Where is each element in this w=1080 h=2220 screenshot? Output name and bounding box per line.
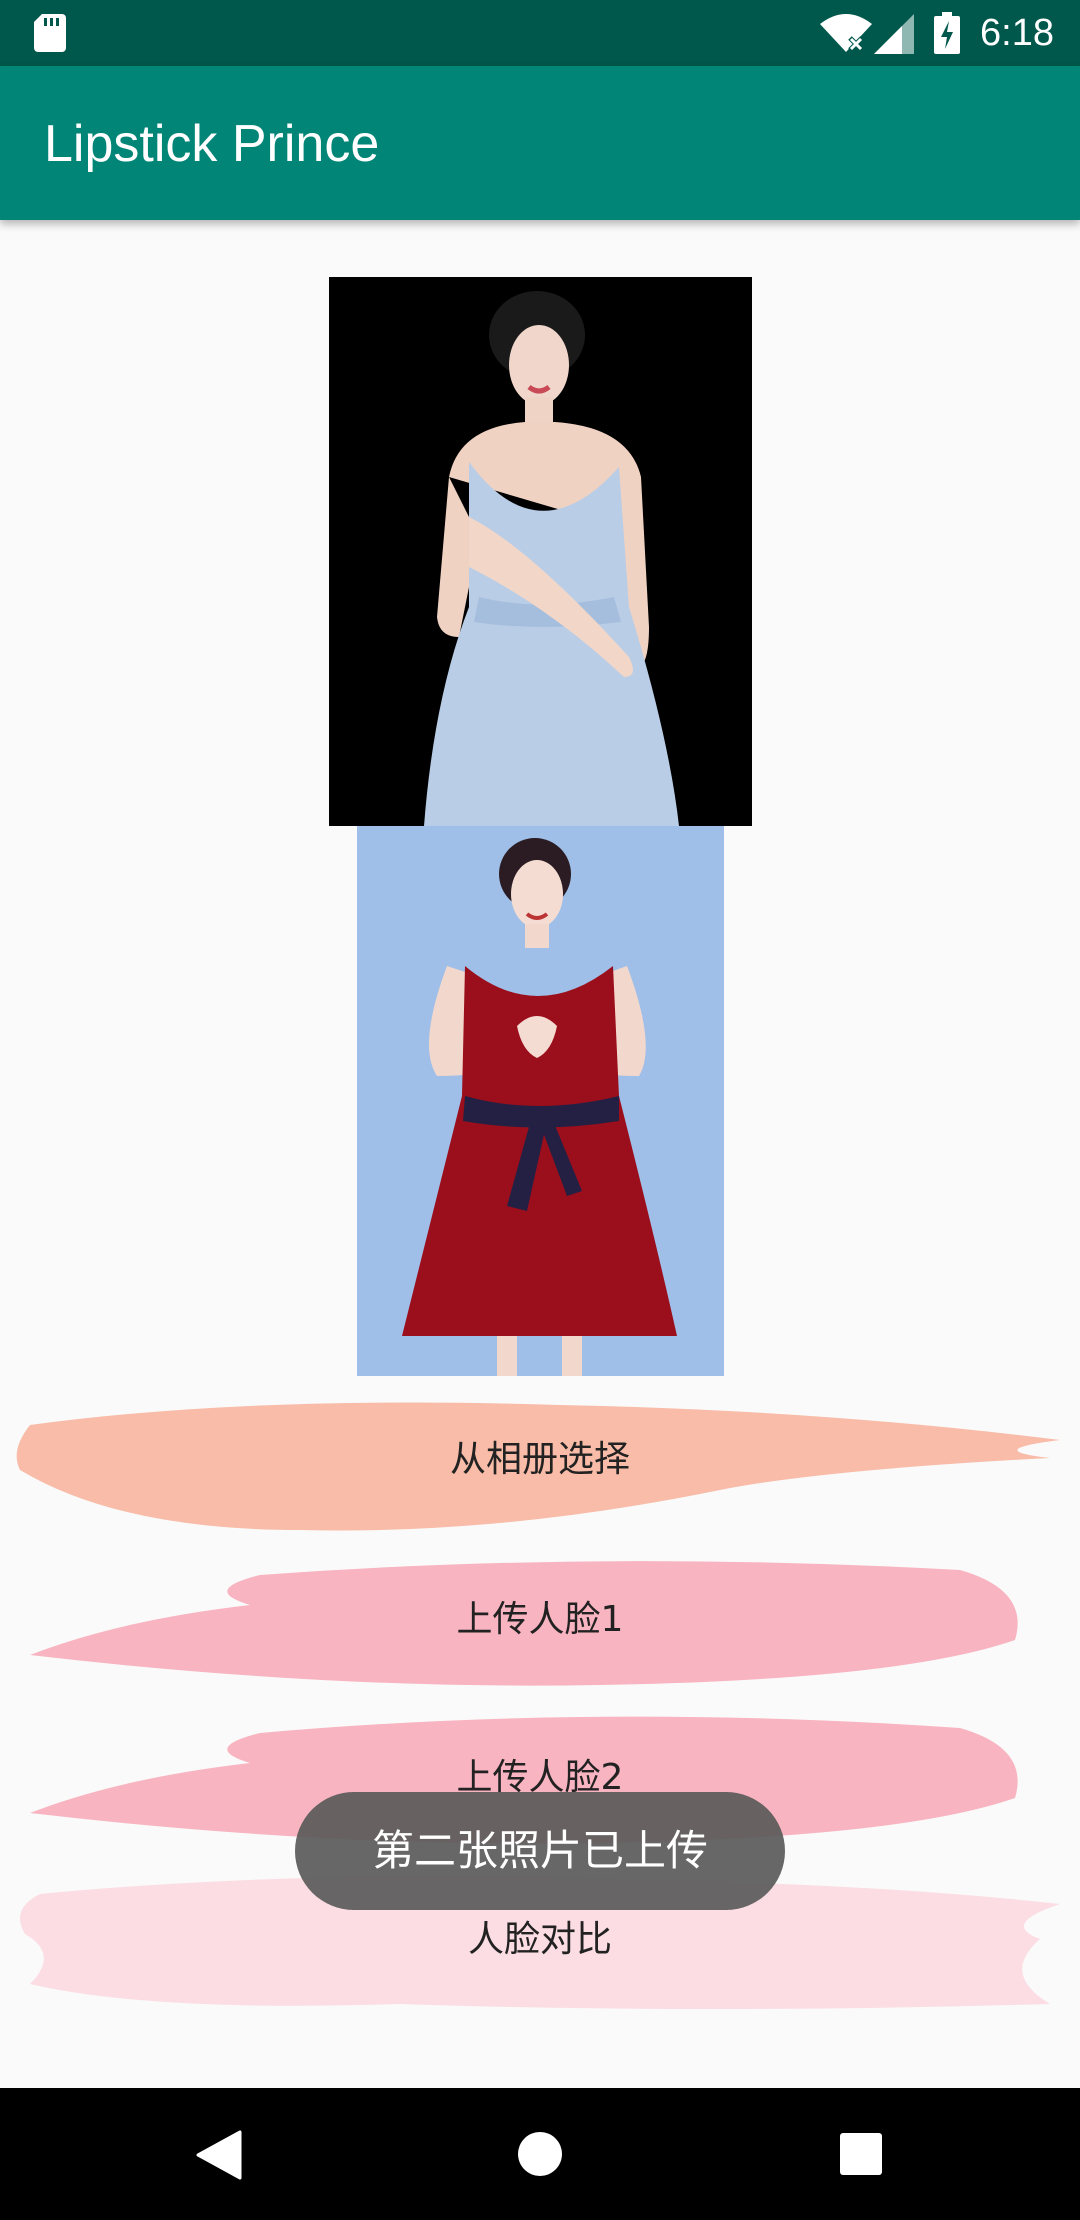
status-time: 6:18 [980,12,1054,54]
back-icon[interactable] [196,2130,242,2180]
upload-face-1-button[interactable]: 上传人脸1 [0,1550,1080,1700]
face-photo-2[interactable] [357,826,724,1376]
cell-signal-icon [874,14,914,54]
battery-charging-icon [934,12,960,54]
app-title: Lipstick Prince [44,115,380,173]
wifi-no-internet-icon [820,14,872,52]
home-icon[interactable] [516,2130,564,2178]
choose-from-album-label: 从相册选择 [449,1439,630,1480]
woman-in-blue-dress-photo [329,277,752,826]
recents-icon[interactable] [839,2132,883,2176]
compare-faces-label: 人脸对比 [467,1919,612,1960]
sd-card-icon [34,14,66,52]
toast-message: 第二张照片已上传 [295,1792,785,1910]
choose-from-album-button[interactable]: 从相册选择 [0,1390,1080,1540]
upload-face-1-label: 上传人脸1 [456,1599,624,1640]
face-photo-1[interactable] [329,277,752,826]
status-bar: 6:18 [0,0,1080,66]
app-bar: Lipstick Prince [0,66,1080,220]
woman-in-red-dress-photo [357,826,724,1376]
navigation-bar [0,2088,1080,2220]
